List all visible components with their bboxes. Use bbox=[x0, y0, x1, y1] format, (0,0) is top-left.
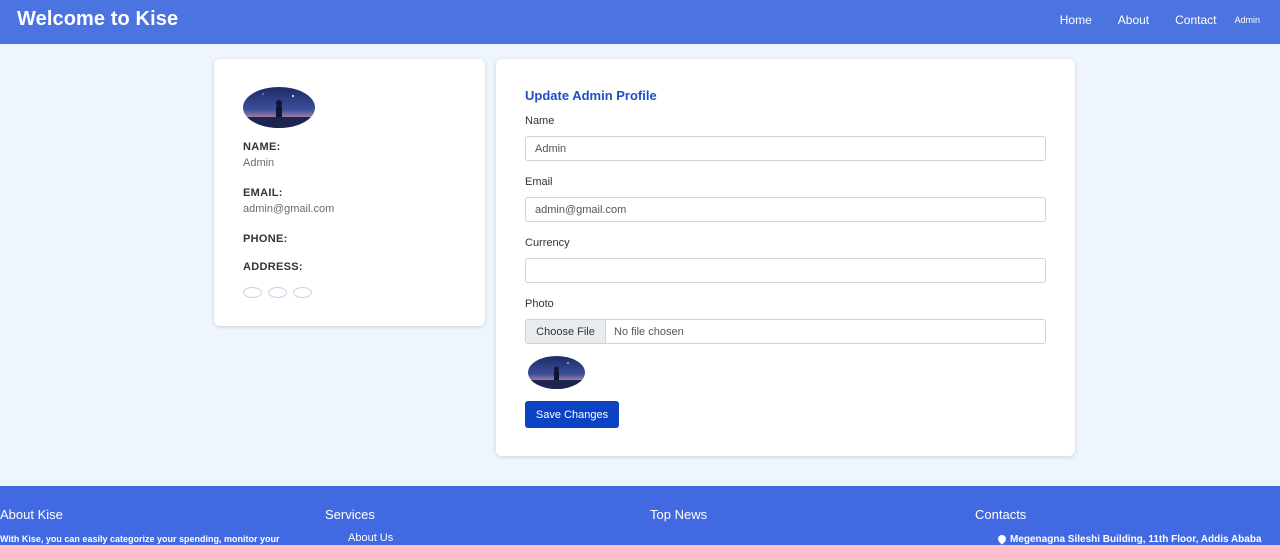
profile-email-block: EMAIL: admin@gmail.com bbox=[243, 187, 334, 215]
social-icon-3[interactable] bbox=[293, 287, 312, 298]
profile-address-label: ADDRESS: bbox=[243, 261, 303, 273]
profile-email-value: admin@gmail.com bbox=[243, 203, 335, 215]
footer-services: Services About Us bbox=[325, 507, 393, 544]
update-profile-card: Update Admin Profile Name Email Currency… bbox=[496, 59, 1075, 456]
footer-about-title: About Kise bbox=[0, 507, 63, 522]
social-links bbox=[243, 287, 318, 298]
photo-file-input[interactable]: Choose File No file chosen bbox=[525, 319, 1046, 344]
footer-news: Top News bbox=[650, 507, 707, 522]
footer-address: Megenagna Sileshi Building, 11th Floor, … bbox=[996, 533, 1262, 545]
footer-services-title: Services bbox=[325, 507, 375, 522]
currency-input[interactable] bbox=[526, 259, 1045, 282]
currency-field bbox=[525, 258, 1046, 283]
choose-file-button[interactable]: Choose File bbox=[526, 320, 606, 343]
photo-preview bbox=[528, 356, 585, 389]
email-input[interactable] bbox=[526, 198, 1045, 221]
footer-address-text: Megenagna Sileshi Building, 11th Floor, … bbox=[1010, 534, 1262, 545]
footer-news-title: Top News bbox=[650, 507, 708, 522]
nav-home-link[interactable]: Home bbox=[1060, 13, 1092, 27]
email-field bbox=[525, 197, 1046, 222]
name-field bbox=[525, 136, 1046, 161]
site-footer: About Kise With Kise, you can easily cat… bbox=[0, 486, 1280, 545]
footer-about: About Kise With Kise, you can easily cat… bbox=[0, 507, 279, 544]
footer-contacts: Contacts Megenagna Sileshi Building, 11t… bbox=[975, 507, 1262, 545]
nav-about-link[interactable]: About bbox=[1118, 13, 1149, 27]
profile-phone-label: PHONE: bbox=[243, 233, 288, 245]
main-nav: Home About Contact Admin bbox=[1034, 13, 1260, 27]
profile-name-block: NAME: Admin bbox=[243, 141, 281, 169]
email-label: Email bbox=[525, 176, 553, 188]
name-input[interactable] bbox=[526, 137, 1045, 160]
profile-avatar bbox=[243, 87, 315, 128]
nav-contact-link[interactable]: Contact bbox=[1175, 13, 1216, 27]
profile-name-label: NAME: bbox=[243, 141, 281, 153]
profile-phone-block: PHONE: bbox=[243, 233, 288, 245]
brand-title[interactable]: Welcome to Kise bbox=[17, 8, 178, 31]
footer-services-link[interactable]: About Us bbox=[348, 532, 393, 544]
name-label: Name bbox=[525, 115, 555, 127]
footer-contacts-title: Contacts bbox=[975, 507, 1027, 522]
social-icon-1[interactable] bbox=[243, 287, 262, 298]
footer-about-text: With Kise, you can easily categorize you… bbox=[0, 534, 280, 544]
profile-name-value: Admin bbox=[243, 157, 275, 169]
form-title: Update Admin Profile bbox=[525, 88, 657, 103]
nav-admin-link[interactable]: Admin bbox=[1234, 15, 1260, 25]
location-pin-icon bbox=[996, 533, 1008, 545]
file-status-text: No file chosen bbox=[614, 325, 684, 338]
social-icon-2[interactable] bbox=[268, 287, 287, 298]
profile-card: NAME: Admin EMAIL: admin@gmail.com PHONE… bbox=[214, 59, 485, 326]
photo-label: Photo bbox=[525, 298, 554, 310]
profile-email-label: EMAIL: bbox=[243, 187, 283, 199]
top-navbar: Welcome to Kise Home About Contact Admin bbox=[0, 0, 1280, 44]
profile-address-block: ADDRESS: bbox=[243, 261, 303, 273]
save-changes-button[interactable]: Save Changes bbox=[525, 401, 619, 428]
currency-label: Currency bbox=[525, 237, 570, 249]
